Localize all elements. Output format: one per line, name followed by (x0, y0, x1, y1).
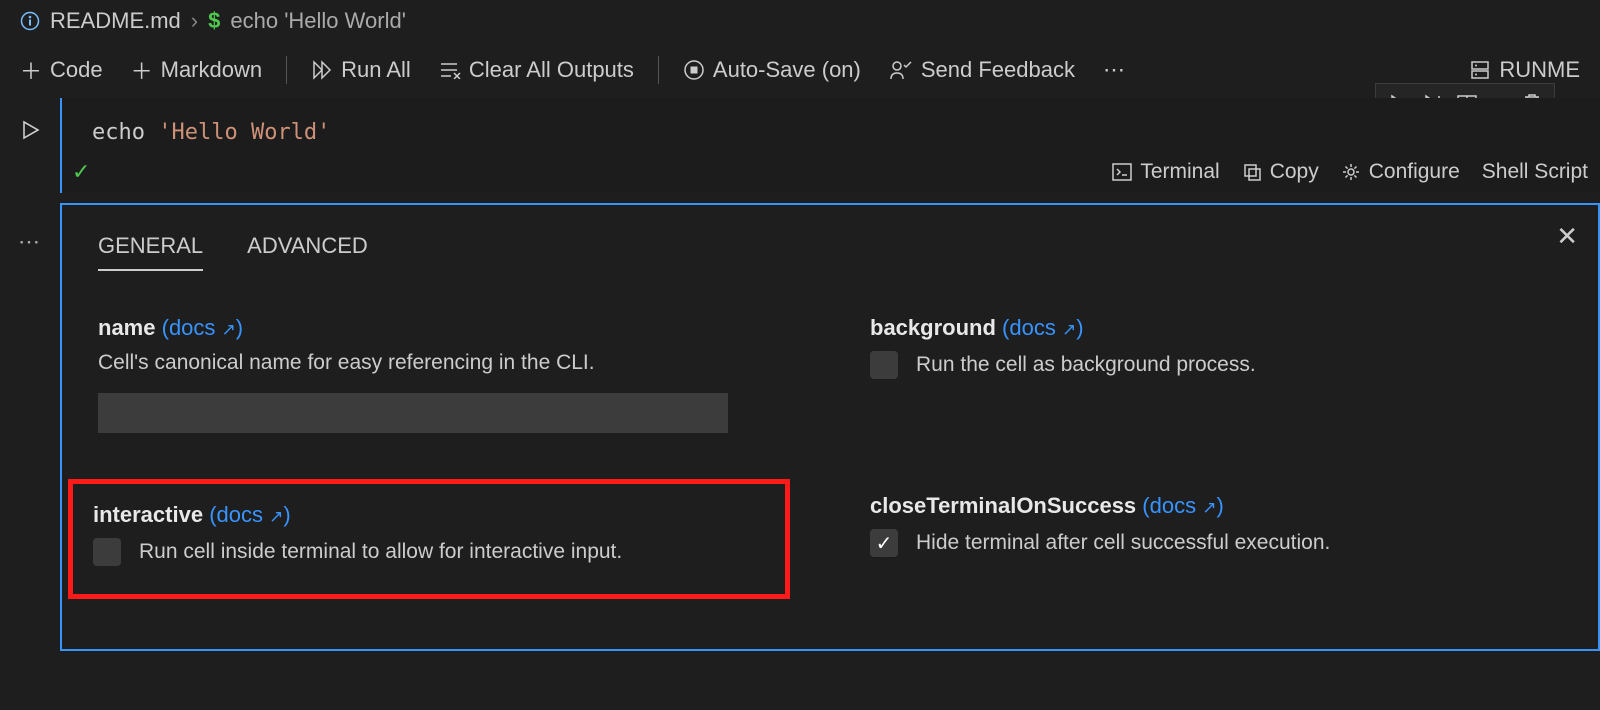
cell-more-icon[interactable]: ⋯ (18, 229, 42, 255)
code-cell[interactable]: echo 'Hello World' ✓ Terminal (60, 98, 1600, 193)
ellipsis-icon: ⋯ (1103, 57, 1125, 83)
docs-label: docs (217, 502, 263, 527)
option-name-desc: Cell's canonical name for easy referenci… (98, 351, 790, 375)
language-indicator[interactable]: Shell Script (1482, 160, 1588, 184)
configure-action[interactable]: Configure (1341, 160, 1460, 184)
external-link-icon: ↗ (1202, 498, 1216, 517)
add-markdown-button[interactable]: ＋ Markdown (121, 48, 273, 92)
docs-link[interactable]: (docs ↗) (1142, 493, 1224, 518)
code-content[interactable]: echo 'Hello World' (92, 120, 1570, 145)
add-code-button[interactable]: ＋ Code (10, 48, 113, 92)
option-interactive: interactive (docs ↗) Run cell inside ter… (93, 502, 765, 566)
terminal-icon (1112, 163, 1132, 181)
external-link-icon: ↗ (1062, 320, 1076, 339)
external-link-icon: ↗ (269, 507, 283, 526)
config-tabs: GENERAL ADVANCED (98, 233, 1562, 277)
run-all-button[interactable]: Run All (301, 51, 421, 89)
language-label: Shell Script (1482, 160, 1588, 184)
plus-icon: ＋ (20, 54, 42, 86)
configure-label: Configure (1369, 160, 1460, 184)
chevron-right-icon: › (191, 8, 198, 34)
notebook-toolbar: ＋ Code ＋ Markdown Run All Clear All Outp… (0, 42, 1600, 98)
docs-label: docs (169, 315, 215, 340)
separator (286, 56, 287, 84)
option-interactive-title: interactive (93, 502, 203, 527)
cell-gutter: ⋯ (0, 98, 60, 651)
option-interactive-desc: Run cell inside terminal to allow for in… (139, 540, 622, 564)
copy-action[interactable]: Copy (1242, 160, 1319, 184)
server-icon (1469, 59, 1491, 81)
breadcrumb: README.md › $ echo 'Hello World' (0, 0, 1600, 42)
autosave-label: Auto-Save (on) (713, 57, 861, 83)
info-icon (20, 11, 40, 31)
autosave-button[interactable]: Auto-Save (on) (673, 51, 871, 89)
option-close-terminal-title: closeTerminalOnSuccess (870, 493, 1136, 518)
clear-outputs-label: Clear All Outputs (469, 57, 634, 83)
docs-label: docs (1009, 315, 1055, 340)
option-name-title: name (98, 315, 155, 340)
option-background-desc: Run the cell as background process. (916, 353, 1256, 377)
code-keyword: echo (92, 120, 145, 145)
option-background: background (docs ↗) Run the cell as back… (870, 315, 1562, 433)
record-icon (683, 59, 705, 81)
code-string: 'Hello World' (158, 120, 330, 145)
gear-icon (1341, 162, 1361, 182)
feedback-label: Send Feedback (921, 57, 1075, 83)
docs-link[interactable]: (docs ↗) (1002, 315, 1084, 340)
background-checkbox[interactable] (870, 351, 898, 379)
breadcrumb-file[interactable]: README.md (50, 8, 181, 34)
tab-advanced[interactable]: ADVANCED (247, 233, 368, 271)
run-all-label: Run All (341, 57, 411, 83)
external-link-icon: ↗ (222, 320, 236, 339)
runme-label: RUNME (1499, 57, 1580, 83)
run-cell-icon[interactable] (18, 118, 42, 149)
option-close-terminal-desc: Hide terminal after cell successful exec… (916, 531, 1330, 555)
copy-label: Copy (1270, 160, 1319, 184)
add-code-label: Code (50, 57, 103, 83)
docs-label: docs (1150, 493, 1196, 518)
dollar-icon: $ (208, 8, 220, 34)
feedback-icon (889, 59, 913, 81)
docs-link[interactable]: (docs ↗) (162, 315, 244, 340)
copy-icon (1242, 162, 1262, 182)
option-name: name (docs ↗) Cell's canonical name for … (98, 315, 790, 433)
breadcrumb-command[interactable]: echo 'Hello World' (230, 8, 406, 34)
clear-icon (439, 61, 461, 79)
plus-icon: ＋ (131, 54, 153, 86)
separator (658, 56, 659, 84)
clear-outputs-button[interactable]: Clear All Outputs (429, 51, 644, 89)
terminal-action[interactable]: Terminal (1112, 160, 1219, 184)
terminal-label: Terminal (1140, 160, 1219, 184)
docs-link[interactable]: (docs ↗) (209, 502, 291, 527)
option-background-title: background (870, 315, 996, 340)
name-input[interactable] (98, 393, 728, 433)
highlight-annotation: interactive (docs ↗) Run cell inside ter… (68, 479, 790, 599)
close-icon[interactable]: ✕ (1556, 221, 1578, 252)
run-all-icon (311, 59, 333, 81)
checkmark-icon: ✓ (72, 159, 90, 185)
more-menu[interactable]: ⋯ (1093, 51, 1135, 89)
interactive-checkbox[interactable] (93, 538, 121, 566)
add-markdown-label: Markdown (161, 57, 262, 83)
option-close-terminal: closeTerminalOnSuccess (docs ↗) ✓ Hide t… (870, 493, 1562, 599)
tab-general[interactable]: GENERAL (98, 233, 203, 271)
config-panel: ✕ GENERAL ADVANCED name (docs ↗) Cell's … (60, 203, 1600, 651)
close-terminal-checkbox[interactable]: ✓ (870, 529, 898, 557)
feedback-button[interactable]: Send Feedback (879, 51, 1085, 89)
